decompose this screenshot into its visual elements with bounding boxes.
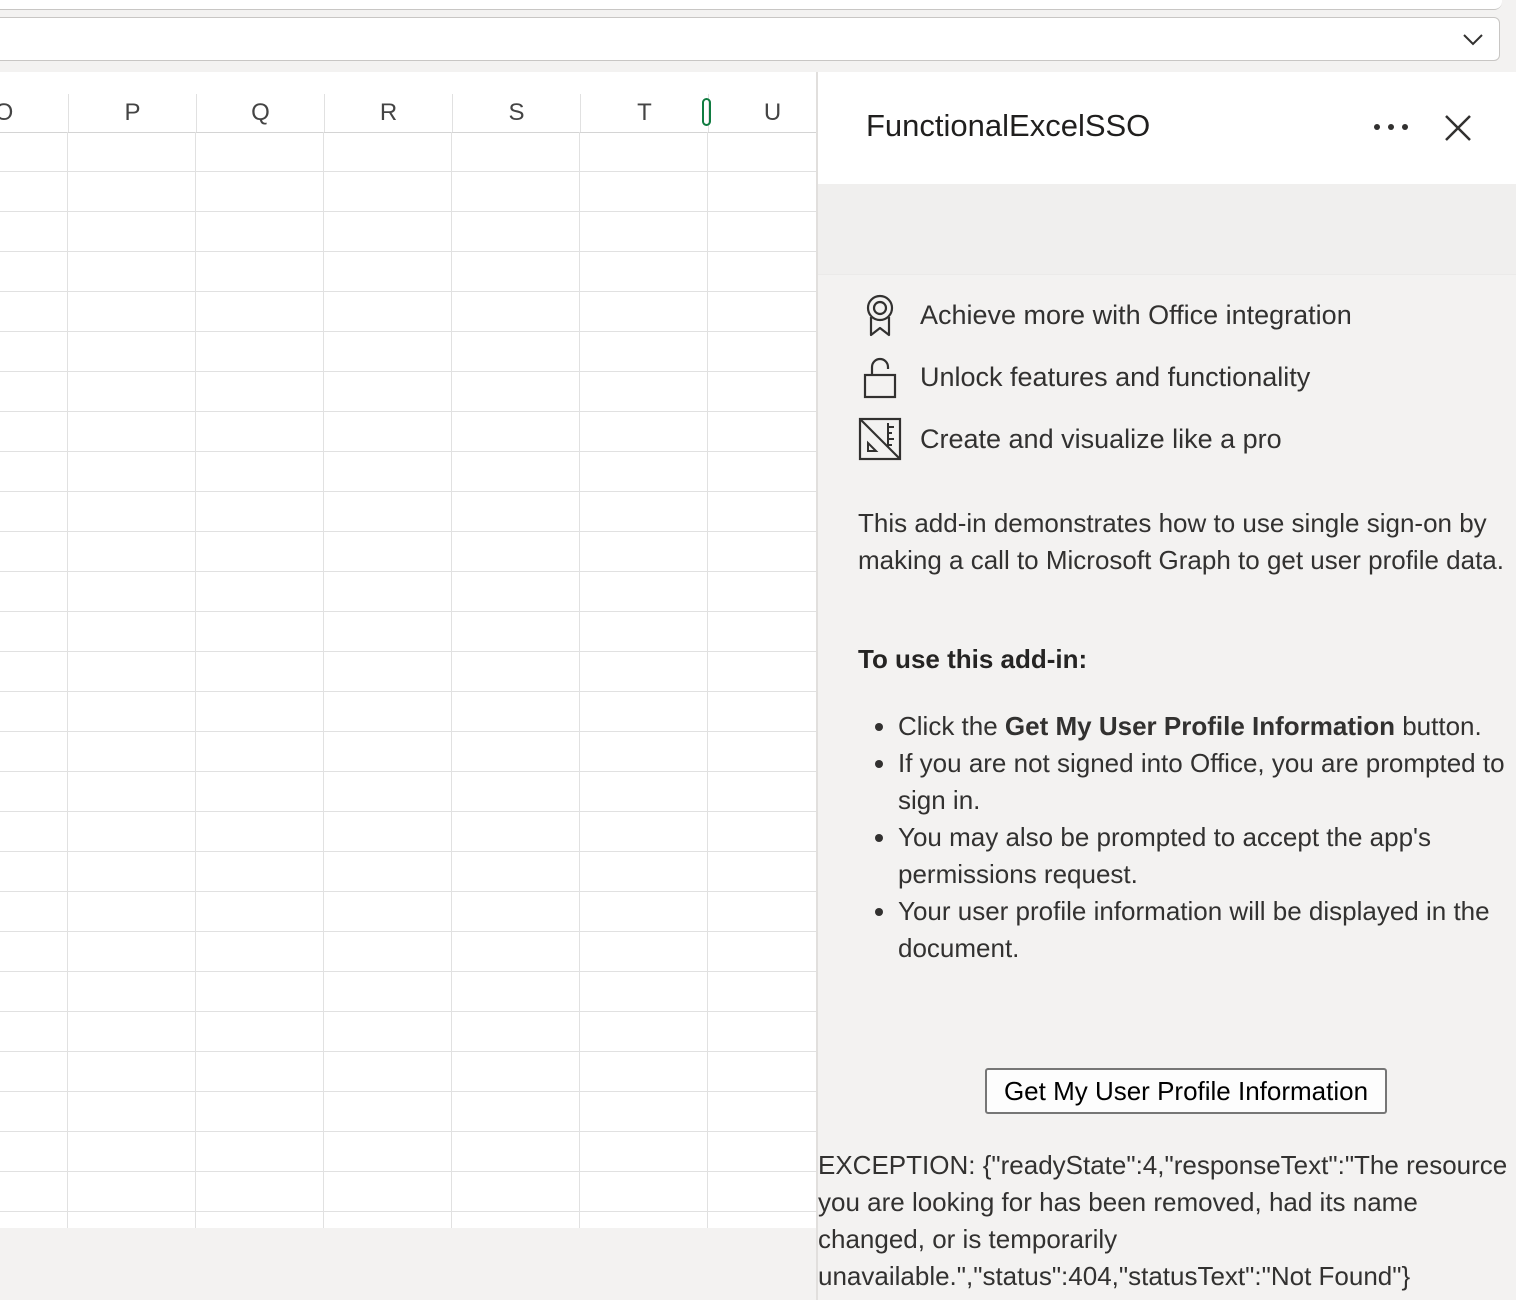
instructions-heading: To use this add-in:: [858, 644, 1088, 674]
add-in-description: This add-in demonstrates how to use sing…: [858, 508, 1504, 575]
list-item: If you are not signed into Office, you a…: [898, 745, 1516, 819]
column-header-row: O P Q R S T U: [0, 72, 816, 133]
list-item: Your user profile information will be di…: [898, 893, 1516, 967]
close-button[interactable]: [1438, 108, 1478, 148]
gridline: [323, 132, 324, 1228]
sheet-bottom-area: [0, 1228, 816, 1300]
column-header-u[interactable]: U: [708, 94, 816, 132]
cell-area[interactable]: [0, 132, 816, 1228]
gridline: [579, 132, 580, 1228]
step-text: Click the: [898, 711, 1005, 741]
feature-item: Create and visualize like a pro: [858, 414, 1282, 464]
step-bold-text: Get My User Profile Information: [1004, 711, 1395, 741]
column-header-r[interactable]: R: [324, 94, 452, 132]
gridline: [195, 132, 196, 1228]
more-options-button[interactable]: [1368, 112, 1414, 142]
task-pane-title: FunctionalExcelSSO: [866, 108, 1151, 143]
more-options-icon: [1374, 124, 1408, 130]
ribbon-bottom-edge: [0, 0, 1502, 10]
instructions-list: Click the Get My User Profile Informatio…: [858, 708, 1516, 967]
list-item: You may also be prompted to accept the a…: [898, 819, 1516, 893]
column-header-s[interactable]: S: [452, 94, 580, 132]
chevron-down-icon[interactable]: [1461, 28, 1485, 52]
task-pane-banner: [818, 184, 1516, 275]
get-user-profile-button[interactable]: Get My User Profile Information: [985, 1068, 1387, 1114]
feature-label: Achieve more with Office integration: [920, 299, 1352, 330]
design-ideas-icon: [858, 416, 902, 462]
feature-item: Unlock features and functionality: [858, 352, 1310, 402]
column-header-t[interactable]: T: [580, 94, 708, 132]
column-header-p[interactable]: P: [68, 94, 196, 132]
exception-message: EXCEPTION: {"readyState":4,"responseText…: [818, 1150, 1508, 1291]
unlock-icon: [858, 354, 902, 400]
feature-label: Unlock features and functionality: [920, 361, 1311, 392]
gridline: [707, 132, 708, 1228]
column-resize-handle[interactable]: [702, 98, 711, 126]
ribbon-award-icon: [858, 292, 902, 338]
task-pane-header: FunctionalExcelSSO: [818, 72, 1516, 184]
column-header-o[interactable]: O: [0, 94, 68, 132]
column-header-q[interactable]: Q: [196, 94, 324, 132]
close-icon: [1445, 115, 1471, 141]
gridline: [67, 132, 68, 1228]
spreadsheet-grid[interactable]: O P Q R S T U: [0, 72, 816, 1228]
formula-bar[interactable]: [0, 17, 1500, 61]
list-item: Click the Get My User Profile Informatio…: [898, 708, 1516, 745]
task-pane: FunctionalExcelSSO Achieve more with Off…: [818, 72, 1516, 1300]
feature-item: Achieve more with Office integration: [858, 290, 1352, 340]
feature-label: Create and visualize like a pro: [920, 423, 1282, 454]
step-text: button.: [1395, 711, 1482, 741]
gridline: [451, 132, 452, 1228]
